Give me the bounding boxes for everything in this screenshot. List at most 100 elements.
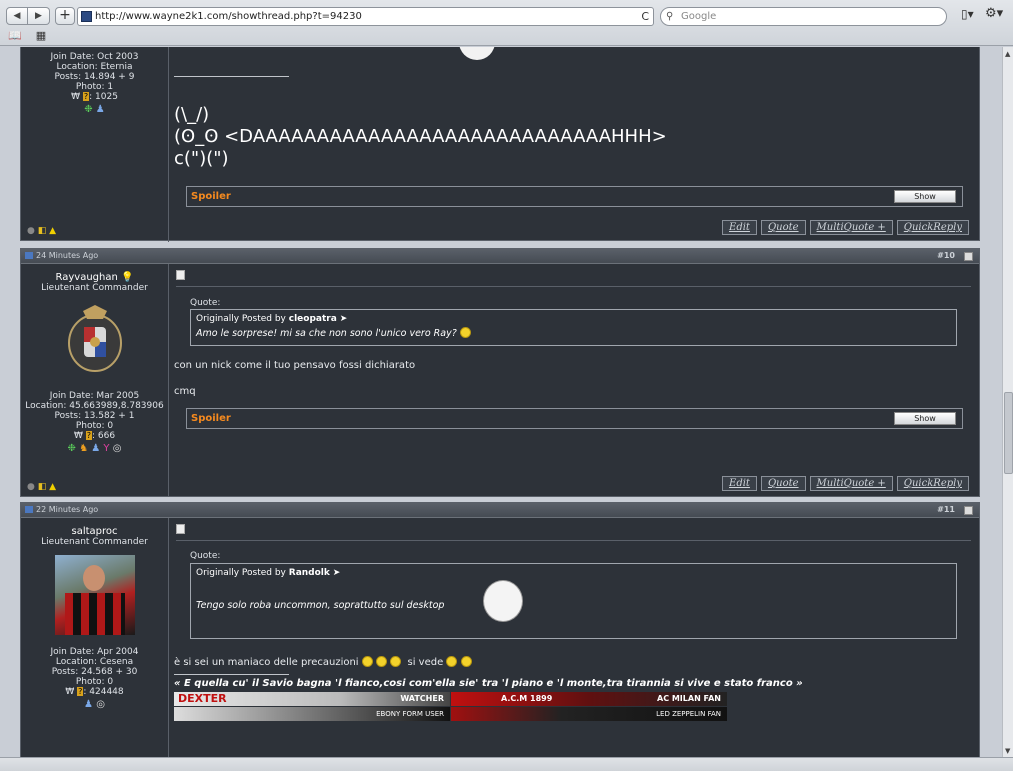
- status-icons: ● ◧ ▲: [27, 482, 56, 492]
- post-count: Posts: 14.894 + 9: [54, 72, 135, 82]
- post-number-link[interactable]: #11: [937, 503, 955, 517]
- top-sites-grid-icon[interactable]: ▦: [36, 29, 46, 42]
- quote-text-content: Tengo solo roba uncommon, soprattutto su…: [196, 600, 445, 611]
- post-body-line: cmq: [174, 386, 196, 397]
- photo-count: Photo: 1: [75, 82, 114, 92]
- location: Location: 45.663989,8.783906: [25, 401, 164, 411]
- multiquote-button[interactable]: MultiQuote +: [809, 220, 893, 235]
- address-bar[interactable]: http://www.wayne2k1.com/showthread.php?t…: [77, 7, 654, 26]
- view-post-icon[interactable]: ➤: [340, 314, 348, 324]
- back-button[interactable]: ◀: [6, 7, 28, 25]
- quote-by-prefix: Originally Posted by: [196, 314, 286, 324]
- edit-button[interactable]: Edit: [722, 220, 757, 235]
- banner-text: A.C.M 1899: [501, 694, 553, 703]
- post-header: 24 Minutes Ago #10: [21, 249, 979, 264]
- user-badges: ❉ ♟: [21, 104, 168, 115]
- ascii-bunny: (\_/) (ʘ_ʘ <DAAAAAAAAAAAAAAAAAAAAAAAAAAAA…: [174, 104, 667, 170]
- user-rank: Lieutenant Commander: [41, 283, 148, 293]
- ascii-line: (ʘ_ʘ <DAAAAAAAAAAAAAAAAAAAAAAAAAAAAHHH>: [174, 126, 667, 147]
- edit-button[interactable]: Edit: [722, 476, 757, 491]
- page-menu-icon[interactable]: ▯▾: [961, 7, 974, 21]
- post-select-checkbox[interactable]: [964, 252, 973, 261]
- warning-icon[interactable]: ▲: [49, 482, 56, 492]
- quote-box: Originally Posted by cleopatra ➤ Amo le …: [190, 309, 957, 346]
- quote-label: Quote:: [190, 298, 221, 308]
- search-icon: ⚲: [666, 11, 674, 22]
- post-body-line: con un nick come il tuo pensavo fossi di…: [174, 360, 416, 371]
- scrollbar-thumb[interactable]: [1004, 392, 1013, 474]
- username-link[interactable]: saltaproc: [21, 526, 168, 537]
- location: Location: Eternia: [56, 62, 133, 72]
- post-body-suffix: si vede: [407, 657, 444, 668]
- join-date: Join Date: Oct 2003: [50, 52, 139, 62]
- search-placeholder: Google: [681, 11, 717, 22]
- badge-star-icon: ❉: [67, 443, 76, 454]
- quote-label: Quote:: [190, 551, 221, 561]
- signature-banners: DEXTER WATCHER A.C.M 1899 AC MILAN FAN EBO…: [174, 692, 727, 722]
- post-icon: [176, 524, 185, 537]
- quote-text: Amo le sorprese! mi sa che non sono l'un…: [196, 327, 951, 339]
- tongue-smiley-icon: [459, 327, 471, 338]
- milan-banner: A.C.M 1899 AC MILAN FAN: [451, 692, 727, 706]
- scroll-down-icon[interactable]: ▼: [1005, 747, 1010, 755]
- quote-button[interactable]: Quote: [760, 220, 806, 235]
- vertical-scrollbar[interactable]: ▲ ▼: [1002, 47, 1013, 757]
- scroll-up-icon[interactable]: ▲: [1005, 50, 1010, 58]
- badge-y-icon: Y: [103, 443, 110, 454]
- spoiler-show-button[interactable]: Show: [894, 190, 956, 203]
- view-post-icon[interactable]: ➤: [333, 568, 341, 578]
- user-pane: saltaproc Lieutenant Commander Join Date…: [21, 518, 169, 757]
- add-bookmark-button[interactable]: +: [55, 7, 75, 25]
- reload-icon[interactable]: C: [641, 8, 649, 25]
- avatar[interactable]: [54, 555, 135, 635]
- avatar-face: [82, 565, 105, 591]
- message-pane: Quote: Originally Posted by cleopatra ➤ …: [174, 264, 973, 497]
- offline-dot-icon: ●: [27, 226, 35, 236]
- multiquote-button[interactable]: MultiQuote +: [809, 476, 893, 491]
- post-11: 22 Minutes Ago #11 saltaproc Lieutenant …: [20, 502, 980, 757]
- username-link[interactable]: Rayvaughan 💡: [21, 272, 168, 283]
- browser-toolbar: ◀ ▶ + http://www.wayne2k1.com/showthread…: [0, 0, 1013, 46]
- user-rank: Lieutenant Commander: [41, 537, 148, 547]
- post-9: Join Date: Oct 2003 Location: Eternia Po…: [20, 47, 980, 242]
- quickreply-button[interactable]: QuickReply: [896, 476, 969, 491]
- post-count: Posts: 24.568 + 30: [51, 667, 138, 677]
- warning-icon[interactable]: ▲: [49, 226, 56, 236]
- ascii-line: (\_/): [174, 104, 210, 125]
- badge-person-icon: ♟: [84, 699, 94, 710]
- banner-text: WATCHER: [400, 694, 444, 703]
- avatar[interactable]: [63, 303, 127, 375]
- rage-face-image: [483, 580, 523, 622]
- quote-author: cleopatra: [288, 314, 337, 324]
- quickreply-button[interactable]: QuickReply: [896, 220, 969, 235]
- post-select-checkbox[interactable]: [964, 506, 973, 515]
- avatar-jersey: [64, 593, 125, 635]
- quote-button[interactable]: Quote: [760, 476, 806, 491]
- lightbulb-icon: 💡: [121, 272, 134, 283]
- rage-face-image: [459, 47, 495, 60]
- spoiler-show-button[interactable]: Show: [894, 412, 956, 425]
- gear-icon[interactable]: ⚙▾: [985, 6, 1003, 21]
- photo-count: Photo: 0: [75, 677, 114, 687]
- user-pane: Join Date: Oct 2003 Location: Eternia Po…: [21, 47, 169, 242]
- quote-by-prefix: Originally Posted by: [196, 568, 286, 578]
- crest-image: [67, 305, 122, 372]
- spoiler-box: Spoiler Show: [186, 186, 963, 207]
- site-favicon-icon: [81, 11, 92, 22]
- signature-rule: [174, 76, 289, 77]
- points: ₩ ?: 666: [73, 431, 116, 441]
- search-input[interactable]: ⚲ Google: [660, 7, 947, 26]
- quote-text-content: Amo le sorprese! mi sa che non sono l'un…: [196, 328, 457, 339]
- won-icon: ₩: [71, 92, 80, 102]
- points: ₩ ?: 1025: [71, 92, 118, 102]
- post-separator: [176, 286, 971, 287]
- won-icon: ₩: [65, 687, 75, 697]
- post-separator: [176, 540, 971, 541]
- report-flag-icon[interactable]: ◧: [38, 226, 47, 236]
- location: Location: Cesena: [55, 657, 134, 667]
- bookmarks-book-icon[interactable]: 📖: [8, 29, 22, 42]
- forward-button[interactable]: ▶: [28, 7, 50, 25]
- post-number-link[interactable]: #10: [937, 249, 955, 263]
- banner-text: AC MILAN FAN: [657, 694, 721, 703]
- report-flag-icon[interactable]: ◧: [38, 482, 47, 492]
